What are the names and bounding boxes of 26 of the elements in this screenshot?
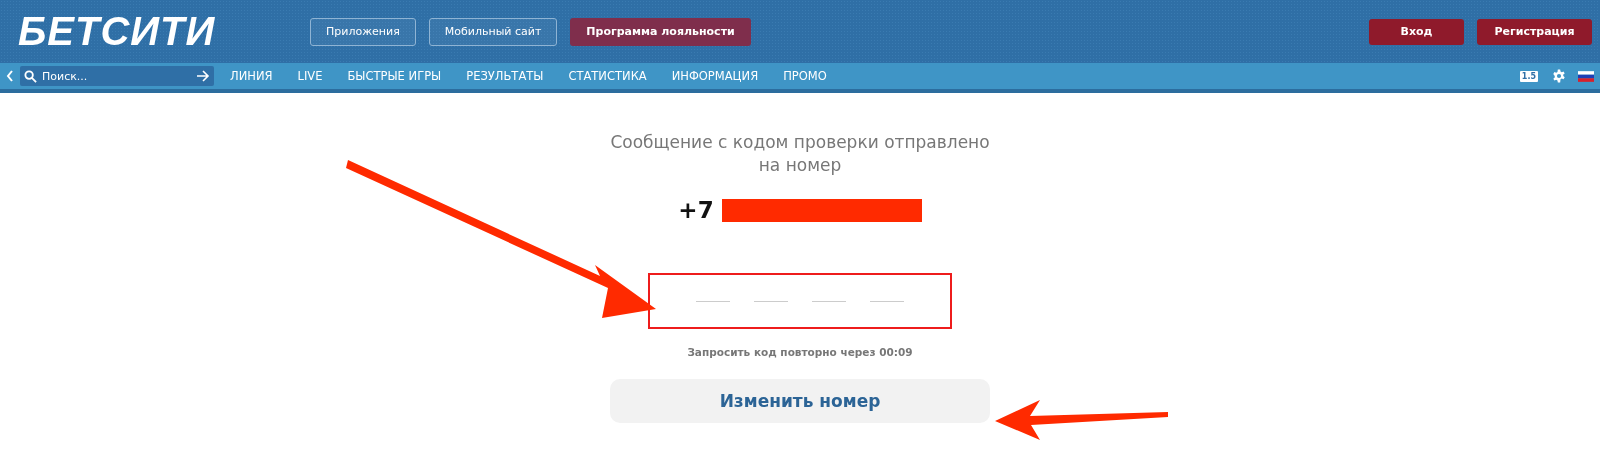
logo[interactable]: БЕТСИТИ	[18, 9, 310, 54]
nav-link[interactable]: ПРОМО	[783, 69, 827, 83]
change-number-button[interactable]: Изменить номер	[610, 379, 990, 423]
code-input-field[interactable]	[648, 273, 952, 329]
search-bar[interactable]: Поиск...	[20, 66, 214, 86]
settings-icon[interactable]	[1552, 69, 1566, 83]
header-link-button[interactable]: Приложения	[310, 17, 416, 46]
auth-button[interactable]: Регистрация	[1477, 18, 1592, 45]
flag-icon[interactable]	[1578, 70, 1594, 82]
nav-link[interactable]: ИНФОРМАЦИЯ	[671, 69, 759, 83]
back-chevron-icon[interactable]	[6, 70, 14, 82]
header-link-button[interactable]: Программа лояльности	[570, 17, 751, 46]
nav-link[interactable]: ЛИНИЯ	[230, 69, 273, 83]
search-field[interactable]: Поиск...	[37, 69, 196, 83]
auth-button[interactable]: Вход	[1369, 18, 1464, 45]
header-link-button[interactable]: Мобильный сайт	[428, 17, 558, 46]
nav-link[interactable]: РЕЗУЛЬТАТЫ	[466, 69, 544, 83]
nav-link[interactable]: СТАТИСТИКА	[568, 69, 647, 83]
nav-link[interactable]: БЫСТРЫЕ ИГРЫ	[347, 69, 442, 83]
resend-timer: Запросить код повторно через 00:09	[687, 346, 913, 358]
nav-link[interactable]: LIVE	[297, 69, 323, 83]
phone-prefix: +7	[678, 197, 714, 223]
odds-format-button[interactable]: 1.5	[1519, 70, 1538, 82]
search-icon[interactable]	[24, 69, 37, 83]
verification-message: Сообщение с кодом проверки отправлено на номер	[609, 131, 991, 177]
arrow-right-icon[interactable]	[196, 70, 210, 82]
